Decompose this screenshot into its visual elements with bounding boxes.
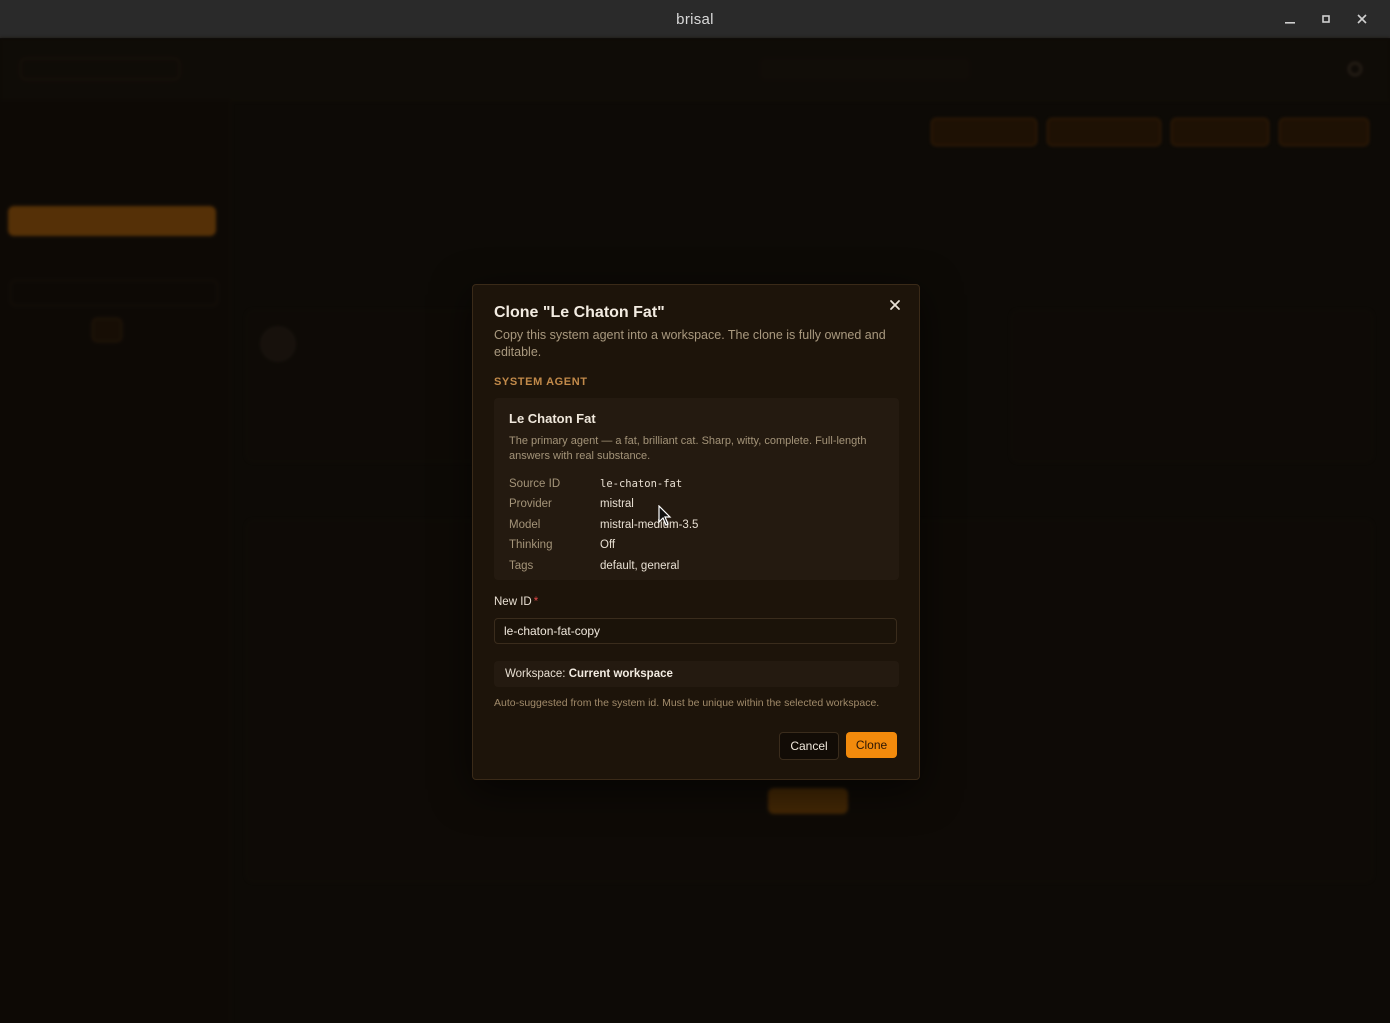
minimize-icon[interactable]	[1280, 9, 1300, 29]
field-value: mistral-medium-3.5	[600, 519, 699, 531]
field-value: Off	[600, 539, 616, 551]
workspace-selector-box[interactable]: Workspace: Current workspace	[494, 661, 899, 687]
new-id-label-text: New ID	[494, 596, 532, 608]
field-label: Source ID	[509, 478, 561, 490]
field-label: Provider	[509, 498, 552, 510]
field-value: le-chaton-fat	[600, 478, 683, 490]
agent-description: The primary agent — a fat, brilliant cat…	[509, 435, 867, 462]
field-label: Thinking	[509, 539, 553, 551]
dialog-title: Clone "Le Chaton Fat"	[494, 304, 665, 321]
mouse-cursor-icon	[658, 505, 672, 526]
new-id-label: New ID *	[494, 596, 538, 608]
window-close-icon[interactable]	[1352, 9, 1372, 29]
workspace-value: Current workspace	[568, 668, 673, 680]
close-icon[interactable]	[887, 299, 903, 315]
field-row-thinking: Thinking Off	[509, 539, 615, 551]
new-id-hint: Auto-suggested from the system id. Must …	[494, 697, 880, 709]
window-title: brisal	[676, 10, 714, 28]
workspace-prefix: Workspace:	[505, 668, 566, 680]
section-label: SYSTEM AGENT	[494, 376, 588, 388]
system-agent-card: Le Chaton Fat The primary agent — a fat,…	[494, 398, 899, 580]
cancel-button[interactable]: Cancel	[779, 732, 839, 760]
window-titlebar: brisal	[0, 0, 1390, 39]
field-row-provider: Provider mistral	[509, 498, 634, 510]
field-value: default, general	[600, 560, 680, 572]
field-label: Tags	[509, 560, 534, 572]
field-label: Model	[509, 519, 541, 531]
dialog-description: Copy this system agent into a workspace.…	[494, 328, 886, 359]
new-id-input[interactable]	[494, 618, 897, 644]
required-marker: *	[533, 596, 539, 608]
field-row-source-id: Source ID le-chaton-fat	[509, 478, 682, 490]
clone-button[interactable]: Clone	[846, 732, 897, 758]
clone-agent-dialog: Clone "Le Chaton Fat" Copy this system a…	[472, 284, 920, 780]
workspace-label: Workspace: Current workspace	[505, 668, 673, 680]
field-value: mistral	[600, 498, 634, 510]
agent-name: Le Chaton Fat	[509, 411, 596, 426]
maximize-icon[interactable]	[1316, 9, 1336, 29]
field-row-tags: Tags default, general	[509, 560, 679, 572]
